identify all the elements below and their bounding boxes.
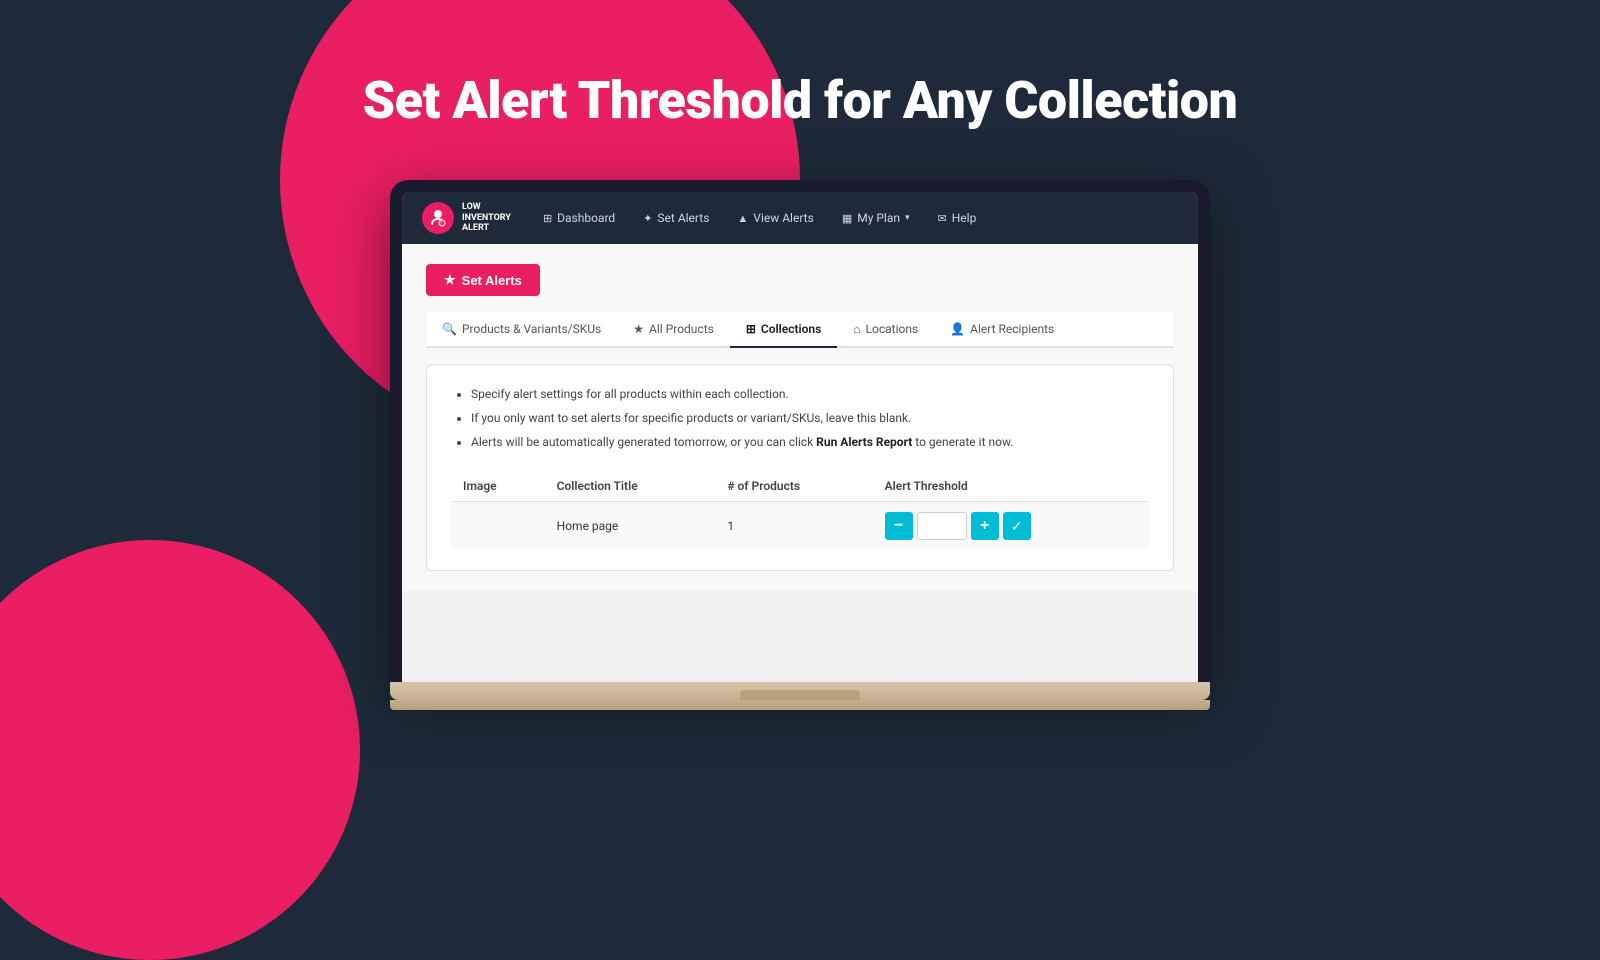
nav-logo: ! LOW INVENTORY ALERT xyxy=(422,202,511,234)
tab-collections[interactable]: ⊞ Collections xyxy=(730,312,837,348)
star-icon: ★ xyxy=(633,322,644,336)
navbar: ! LOW INVENTORY ALERT ⊞ Dashboard ✦ Set … xyxy=(402,192,1198,244)
table-header: Image Collection Title # of Products Ale… xyxy=(451,471,1149,502)
tab-alert-recipients[interactable]: 👤 Alert Recipients xyxy=(934,312,1070,348)
view-alerts-icon: ▲ xyxy=(737,212,748,225)
cell-num-products: 1 xyxy=(715,502,872,551)
laptop-stand xyxy=(390,700,1210,710)
content-card: Specify alert settings for all products … xyxy=(426,364,1174,571)
tab-locations[interactable]: ⌂ Locations xyxy=(837,312,934,348)
bg-decoration-arc xyxy=(0,540,360,960)
nav-dashboard[interactable]: ⊞ Dashboard xyxy=(531,205,627,231)
set-alerts-nav-icon: ✦ xyxy=(643,212,652,225)
laptop-notch xyxy=(740,690,860,700)
dashboard-icon: ⊞ xyxy=(543,212,552,225)
help-icon: ✉ xyxy=(938,212,947,225)
logo-icon: ! xyxy=(422,202,454,234)
tab-all-products[interactable]: ★ All Products xyxy=(617,312,730,348)
threshold-confirm-button[interactable]: ✓ xyxy=(1003,512,1031,540)
grid-icon: ⊞ xyxy=(746,322,756,336)
user-icon: 👤 xyxy=(950,322,965,336)
info-item-3: Alerts will be automatically generated t… xyxy=(471,433,1149,451)
logo-text: LOW INVENTORY ALERT xyxy=(462,202,511,234)
table-body: Home page 1 − + ✓ xyxy=(451,502,1149,551)
tab-products-variants[interactable]: 🔍 Products & Variants/SKUs xyxy=(426,312,617,348)
laptop-base xyxy=(390,682,1210,700)
threshold-decrement-button[interactable]: − xyxy=(885,512,913,540)
search-icon: 🔍 xyxy=(442,322,457,336)
threshold-increment-button[interactable]: + xyxy=(971,512,999,540)
main-content: ★ Set Alerts 🔍 Products & Variants/SKUs … xyxy=(402,244,1198,591)
cell-alert-threshold: − + ✓ xyxy=(873,502,1149,551)
table-row: Home page 1 − + ✓ xyxy=(451,502,1149,551)
home-icon: ⌂ xyxy=(853,322,860,336)
info-list: Specify alert settings for all products … xyxy=(451,385,1149,451)
set-alerts-btn-icon: ★ xyxy=(444,272,456,288)
nav-help[interactable]: ✉ Help xyxy=(926,205,989,231)
run-alerts-report-link[interactable]: Run Alerts Report xyxy=(816,435,912,449)
chevron-down-icon: ▾ xyxy=(905,213,910,223)
threshold-controls: − + ✓ xyxy=(885,512,1137,540)
col-collection-title: Collection Title xyxy=(545,471,716,502)
info-item-2: If you only want to set alerts for speci… xyxy=(471,409,1149,427)
page-title: Set Alert Threshold for Any Collection xyxy=(0,70,1600,131)
collections-table: Image Collection Title # of Products Ale… xyxy=(451,471,1149,550)
col-num-products: # of Products xyxy=(715,471,872,502)
info-item-1: Specify alert settings for all products … xyxy=(471,385,1149,403)
tab-bar: 🔍 Products & Variants/SKUs ★ All Product… xyxy=(426,312,1174,348)
nav-set-alerts[interactable]: ✦ Set Alerts xyxy=(631,205,721,231)
nav-my-plan[interactable]: ▦ My Plan ▾ xyxy=(830,205,922,231)
nav-view-alerts[interactable]: ▲ View Alerts xyxy=(725,205,825,231)
laptop-screen-outer: ! LOW INVENTORY ALERT ⊞ Dashboard ✦ Set … xyxy=(390,180,1210,682)
laptop-screen-inner: ! LOW INVENTORY ALERT ⊞ Dashboard ✦ Set … xyxy=(402,192,1198,682)
my-plan-icon: ▦ xyxy=(842,212,852,225)
threshold-input[interactable] xyxy=(917,512,967,540)
set-alerts-button[interactable]: ★ Set Alerts xyxy=(426,264,540,296)
laptop-container: ! LOW INVENTORY ALERT ⊞ Dashboard ✦ Set … xyxy=(390,180,1210,710)
cell-collection-title: Home page xyxy=(545,502,716,551)
cell-image xyxy=(451,502,545,551)
col-alert-threshold: Alert Threshold xyxy=(873,471,1149,502)
col-image: Image xyxy=(451,471,545,502)
